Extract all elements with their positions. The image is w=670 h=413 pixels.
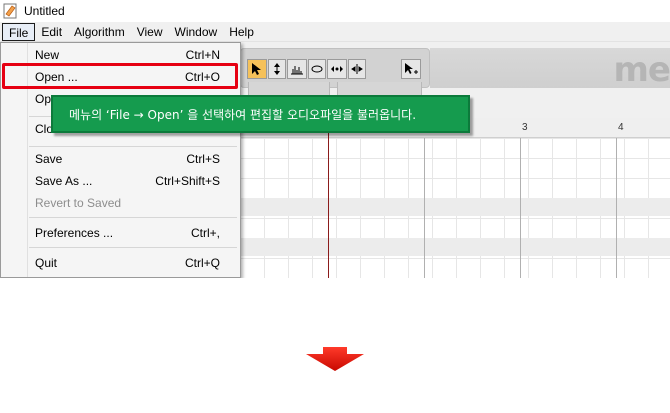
time-stretch-tool-icon[interactable]: [327, 59, 347, 79]
audio-editor-window: Untitled File Edit Algorithm View Window…: [0, 0, 670, 278]
menu-item-label: Preferences ...: [35, 226, 114, 240]
bar-line: [424, 138, 425, 278]
playhead-cursor[interactable]: [328, 118, 329, 278]
bar-line: [520, 138, 521, 278]
menu-item-label: Save: [35, 152, 63, 166]
menu-algorithm[interactable]: Algorithm: [68, 23, 131, 41]
vertical-zoom-tool-icon[interactable]: [268, 59, 286, 79]
select-tool-icon[interactable]: [247, 59, 267, 79]
menu-item-shortcut: Ctrl+,: [190, 226, 220, 240]
ruler-tick-label: 4: [618, 122, 624, 133]
open-highlight-box: [2, 63, 238, 89]
envelope-tool-icon[interactable]: [308, 59, 326, 79]
menu-item-revert-to-saved: Revert to Saved: [1, 192, 240, 214]
menu-item-quit[interactable]: Quit Ctrl+Q: [1, 252, 240, 274]
menu-help[interactable]: Help: [223, 23, 260, 41]
ruler-tick-label: 3: [522, 122, 528, 133]
menu-item-label: Save As ...: [35, 174, 93, 188]
title-bar: Untitled: [0, 0, 670, 22]
menu-item-shortcut: Ctrl+Q: [184, 256, 220, 270]
menu-item-label: Quit: [35, 256, 58, 270]
brand-banner: me: [430, 48, 670, 90]
menu-item-label: Op: [35, 92, 52, 106]
bar-line: [616, 138, 617, 278]
menu-item-shortcut: Ctrl+S: [186, 152, 220, 166]
window-title: Untitled: [24, 4, 65, 18]
menu-window[interactable]: Window: [169, 23, 224, 41]
menu-item-label: New: [35, 48, 60, 62]
menu-item-save[interactable]: Save Ctrl+S: [1, 148, 240, 170]
spectrum-tool-icon[interactable]: [287, 59, 307, 79]
menu-file[interactable]: File: [2, 22, 36, 41]
instruction-callout: 메뉴의 ‘File → Open’ 을 선택하여 편집할 오디오파일을 불러옵니…: [51, 95, 470, 133]
track-band: [240, 198, 670, 216]
track-band: [240, 238, 670, 256]
menu-item-save-as[interactable]: Save As ... Ctrl+Shift+S: [1, 170, 240, 192]
menu-item-shortcut: Ctrl+N: [185, 48, 220, 62]
brand-logo-text: me: [613, 50, 670, 90]
down-arrow-icon: [306, 347, 364, 371]
menu-separator: [29, 247, 237, 248]
menu-separator: [29, 146, 237, 147]
menu-edit[interactable]: Edit: [35, 23, 68, 41]
app-icon: [3, 3, 19, 19]
menu-separator: [29, 217, 237, 218]
instruction-text: 메뉴의 ‘File → Open’ 을 선택하여 편집할 오디오파일을 불러옵니…: [69, 107, 417, 122]
split-tool-icon[interactable]: [348, 59, 366, 79]
menu-view[interactable]: View: [131, 23, 169, 41]
menu-item-preferences[interactable]: Preferences ... Ctrl+,: [1, 222, 240, 244]
select-plus-tool-icon[interactable]: [401, 59, 421, 79]
menu-bar: File Edit Algorithm View Window Help: [0, 22, 670, 42]
menu-item-shortcut: Ctrl+Shift+S: [155, 174, 220, 188]
menu-item-label: Revert to Saved: [35, 196, 122, 210]
